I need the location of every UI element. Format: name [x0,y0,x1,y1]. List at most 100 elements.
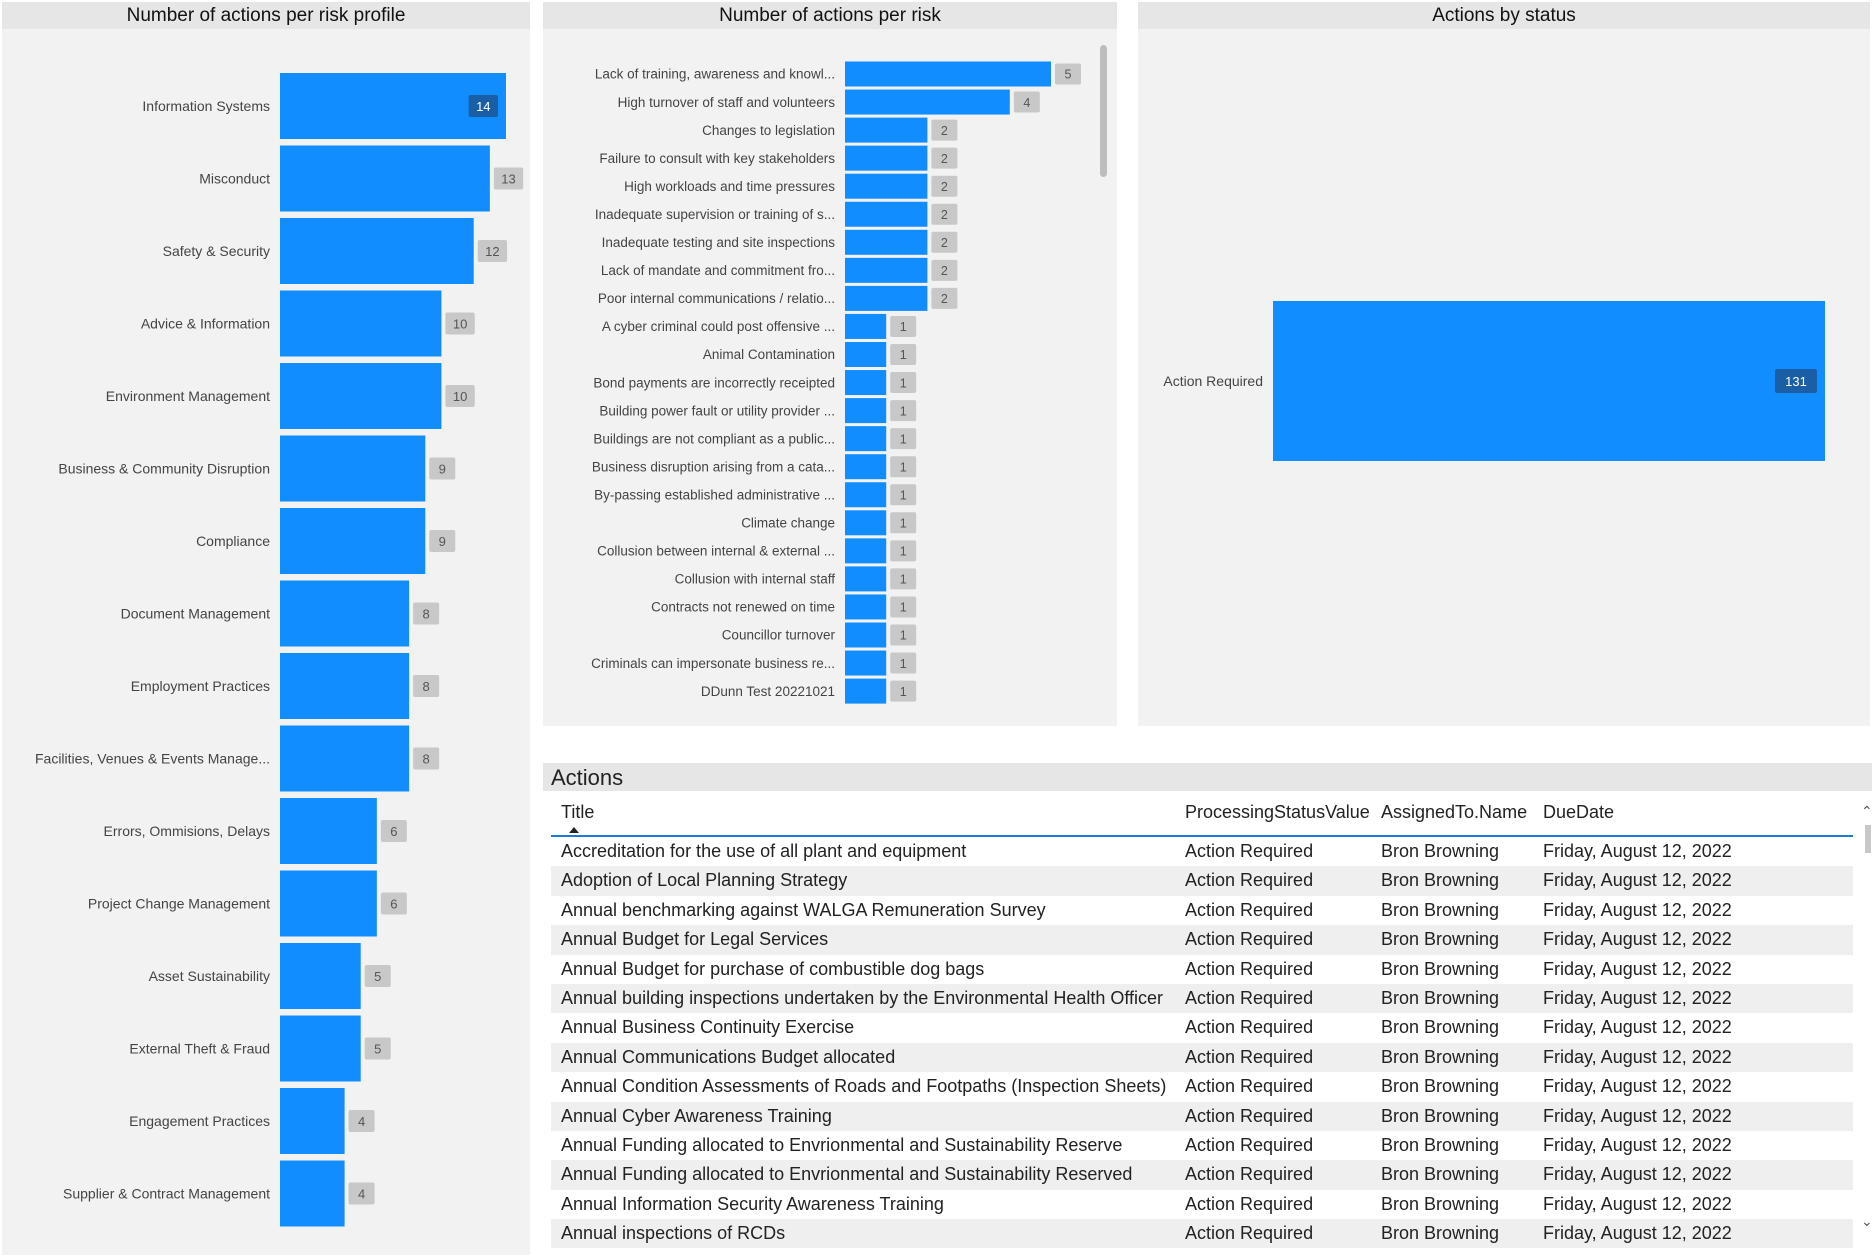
table-cell: Bron Browning [1381,1046,1500,1067]
table-cell: Friday, August 12, 2022 [1543,1076,1732,1097]
table-row[interactable]: Annual benchmarking against WALGA Remune… [551,896,1853,925]
bar [845,650,887,676]
bar [280,943,361,1009]
column-header-duedate[interactable]: DueDate [1543,797,1614,827]
table-cell: Annual Condition Assessments of Roads an… [561,1076,1167,1097]
category-label: Errors, Ommisions, Delays [104,823,270,839]
data-label: 2 [941,292,948,306]
table-cell: Action Required [1185,899,1314,920]
table-cell: Action Required [1185,1223,1314,1244]
data-label: 8 [423,679,430,694]
table-row[interactable]: Annual Budget for purchase of combustibl… [551,955,1853,984]
data-label: 4 [358,1186,365,1201]
bar [845,61,1051,87]
table-scrollbar-thumb[interactable] [1865,825,1871,853]
table-cell: Annual Business Continuity Exercise [561,1017,855,1038]
data-label: 8 [423,606,430,621]
category-label: High workloads and time pressures [624,179,835,194]
table-row[interactable]: Annual Communications Budget allocated Ac… [551,1042,1853,1073]
table-cell: Accreditation for the use of all plant a… [561,841,967,861]
table-header: Title ProcessingStatusValue AssignedTo.N… [551,797,1853,837]
data-label: 4 [1023,96,1030,110]
table-cell: Action Required [1185,1164,1314,1185]
bar [845,201,928,227]
table-cell: Friday, August 12, 2022 [1543,958,1732,979]
data-label: 2 [941,264,948,278]
table-cell: Action Required [1185,1105,1314,1126]
bar [845,678,887,704]
table-cell: Bron Browning [1381,1076,1500,1097]
column-header-status[interactable]: ProcessingStatusValue [1185,797,1370,827]
table-row[interactable]: Annual inspections of RCDs Action Require… [551,1219,1853,1249]
table-cell: Friday, August 12, 2022 [1543,1046,1732,1067]
table-row[interactable]: Annual Condition Assessments of Roads an… [551,1072,1853,1101]
category-label: Collusion between internal & external ..… [597,544,835,559]
table-row[interactable]: Annual Funding allocated to Envrionmenta… [551,1160,1853,1190]
table-cell: Bron Browning [1381,1164,1500,1185]
table-row[interactable]: Annual Funding allocated to Envrionmenta… [551,1131,1853,1160]
table-cell: Annual Cyber Awareness Training [561,1105,832,1126]
category-label: Supplier & Contract Management [63,1185,270,1201]
data-label: 5 [374,1041,381,1056]
table-cell: Friday, August 12, 2022 [1543,1223,1732,1244]
table-cell: Annual Communications Budget allocated [561,1046,896,1067]
table-row[interactable]: Annual Cyber Awareness Training Action Re… [551,1101,1853,1131]
table-cell: Bron Browning [1381,1193,1500,1214]
table-cell: Action Required [1185,841,1314,861]
column-header-title[interactable]: Title [561,797,594,827]
data-label: 2 [941,208,948,222]
bar [845,229,928,255]
table-cell: Action Required [1185,1193,1314,1214]
data-label: 12 [485,244,499,259]
table-row[interactable]: Adoption of Local Planning Strategy Actio… [551,866,1853,896]
data-label: 1 [900,657,907,671]
table-row[interactable]: Accreditation for the use of all plant a… [551,837,1853,866]
category-label: Information Systems [142,98,270,114]
chart-status: Action Required 131 [1163,301,1825,461]
table-cell: Annual Budget for purchase of combustibl… [561,958,985,979]
table-row[interactable]: Annual Business Continuity Exercise Actio… [551,1013,1853,1042]
data-label: 1 [900,601,907,615]
bar [845,89,1010,115]
category-label: Action Required [1163,373,1263,389]
table-row[interactable]: Annual Budget for Legal Services Action R… [551,925,1853,955]
bar [845,566,887,592]
table-row[interactable]: Annual Information Security Awareness Tr… [551,1190,1853,1219]
data-label: 10 [453,389,467,404]
bar [845,426,887,452]
data-label: 2 [941,152,948,166]
category-label: DDunn Test 20221021 [701,684,835,699]
data-label: 1 [900,488,907,502]
category-label: Inadequate testing and site inspections [602,235,836,250]
chart-panel-status: Actions by status Action Required 131 [1138,2,1870,726]
category-label: Changes to legislation [702,123,835,138]
bar [845,510,887,536]
table-row[interactable]: Annual building inspections undertaken b… [551,983,1853,1014]
table-cell: Action Required [1185,1076,1314,1097]
category-label: Criminals can impersonate business re... [591,656,835,671]
bar [280,145,490,212]
data-label: 4 [358,1114,365,1129]
bar [845,454,887,480]
category-label: Environment Management [106,388,270,404]
scroll-up-icon[interactable]: ⌃ [1861,803,1872,820]
table-cell: Bron Browning [1381,1134,1500,1155]
category-label: Contracts not renewed on time [651,600,835,615]
bar [280,725,410,792]
category-label: Climate change [741,516,835,531]
bar [845,622,887,648]
category-label: Councillor turnover [722,628,836,643]
bar [280,870,377,937]
category-label: Animal Contamination [703,347,835,362]
category-label: Misconduct [199,170,270,186]
data-label: 5 [374,969,381,984]
bar [1273,301,1825,461]
bar [845,285,928,311]
column-header-assigned[interactable]: AssignedTo.Name [1381,797,1527,827]
data-label: 9 [439,461,446,476]
scroll-down-icon[interactable]: ⌄ [1861,1213,1872,1230]
bar [280,508,426,574]
category-label: High turnover of staff and volunteers [618,95,836,110]
chart-scrollbar-thumb[interactable] [1100,45,1107,177]
data-label: 14 [476,99,490,114]
